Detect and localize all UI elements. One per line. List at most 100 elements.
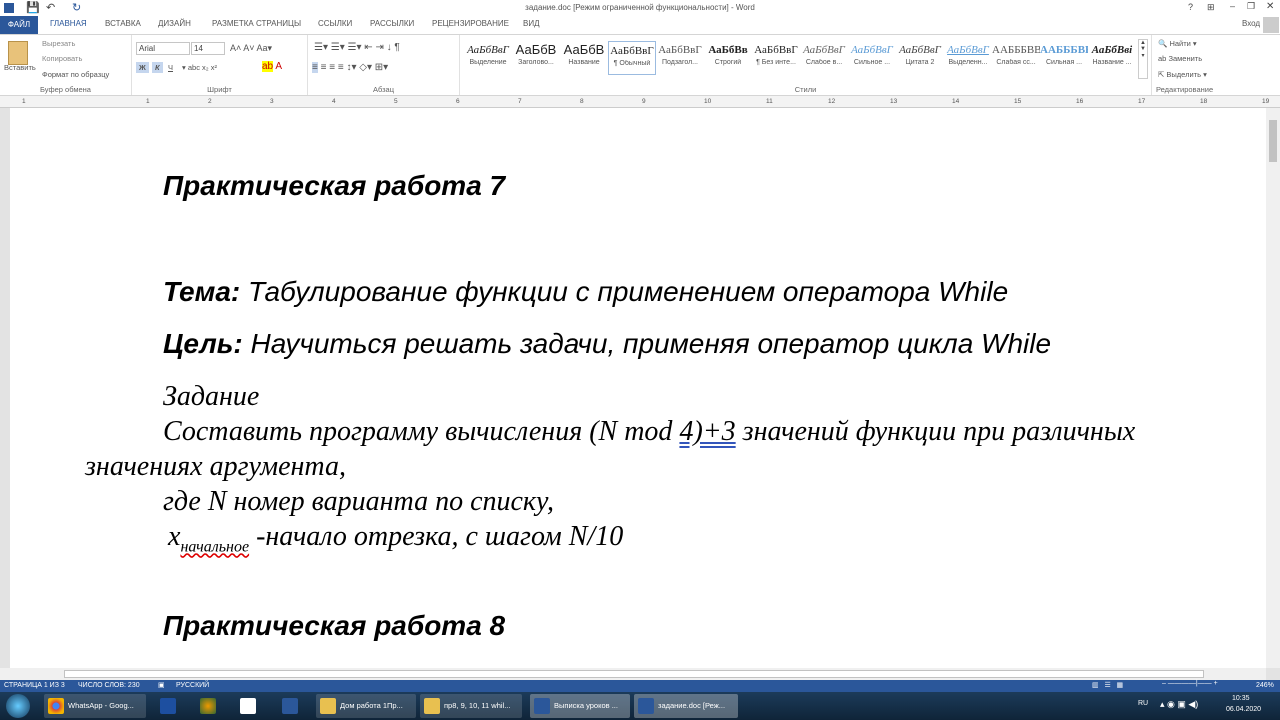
style-item[interactable]: АаБбВві Название ... — [1088, 41, 1136, 75]
close-button[interactable]: ✕ — [1266, 1, 1274, 12]
font-label: Шрифт — [207, 85, 232, 94]
underline-button[interactable]: Ч — [168, 63, 173, 72]
proofing-icon[interactable]: ▣ — [158, 681, 165, 689]
ruler-number: 16 — [1076, 98, 1084, 105]
ruler-number: 10 — [704, 98, 712, 105]
replace-button[interactable]: ab Заменить — [1158, 54, 1202, 63]
tab-layout[interactable]: РАЗМЕТКА СТРАНИЦЫ — [212, 19, 301, 28]
style-item[interactable]: АаБбВвГ Выделенн... — [944, 41, 992, 75]
clock-time[interactable]: 10:35 — [1232, 695, 1250, 702]
horizontal-scrollbar[interactable] — [0, 668, 1266, 680]
font-size-select[interactable]: 14 — [191, 42, 225, 55]
hscroll-thumb[interactable] — [64, 670, 1204, 678]
align-left-icon[interactable]: ≡ ≡ ≡ ≡ ↕▾ ◇▾ ⊞▾ — [312, 62, 388, 73]
task-line-2: значениях аргумента, — [85, 451, 346, 482]
vertical-scrollbar[interactable] — [1266, 108, 1280, 668]
app-icon — [200, 698, 216, 715]
ruler-number: 17 — [1138, 98, 1146, 105]
horizontal-ruler[interactable]: 1 1 2 3 4 5 6 7 8 9 10 11 12 13 14 15 16 17 18 19 — [0, 96, 1280, 108]
style-item[interactable]: ААБББВВ Сильная ... — [1040, 41, 1088, 75]
taskbar-folder-2[interactable]: пр8, 9, 10, 11 whil... — [420, 694, 522, 718]
topic-label: Тема: — [163, 276, 241, 307]
tray-icons[interactable]: ▴ ◉ ▣ ◀) — [1160, 699, 1198, 710]
heading-practical-7: Практическая работа 7 — [163, 170, 506, 201]
tab-mailings[interactable]: РАССЫЛКИ — [370, 19, 414, 28]
word-count[interactable]: ЧИСЛО СЛОВ: 230 — [78, 682, 140, 689]
select-button[interactable]: ⇱ Выделить ▾ — [1158, 70, 1207, 79]
tab-references[interactable]: ССЫЛКИ — [318, 19, 352, 28]
start-button[interactable] — [6, 694, 30, 718]
keyboard-language[interactable]: RU — [1138, 700, 1148, 707]
page-count[interactable]: СТРАНИЦА 1 ИЗ 3 — [4, 682, 65, 689]
italic-button[interactable]: К — [152, 62, 163, 73]
style-item[interactable]: АаБбВвГ Слабое в... — [800, 41, 848, 75]
tab-insert[interactable]: ВСТАВКА — [105, 19, 141, 28]
style-name: Выделение — [469, 59, 507, 66]
style-item[interactable]: АаБбВвГ Сильное ... — [848, 41, 896, 75]
style-preview: ААБББВВ — [1040, 44, 1088, 56]
goal-text: Научиться решать задачи, применяя операт… — [242, 328, 1052, 359]
style-item[interactable]: АаБбВвГ ¶ Обычный — [608, 41, 656, 75]
bold-button[interactable]: Ж — [136, 62, 149, 73]
bullets-icon[interactable]: ☰▾ ☰▾ ☰▾ ⇤ ⇥ ↓ ¶ — [314, 42, 400, 53]
style-item[interactable]: ААБББВВІ Слабая сс... — [992, 41, 1040, 75]
minimize-button[interactable]: – — [1230, 1, 1235, 11]
avatar[interactable] — [1263, 17, 1279, 33]
styles-scroll[interactable]: ▲ ▼ ▾ — [1138, 39, 1148, 79]
tab-file[interactable]: ФАЙЛ — [0, 16, 38, 34]
paste-button[interactable]: Вставить — [4, 63, 36, 72]
tab-design[interactable]: ДИЗАЙН — [158, 19, 191, 28]
style-item[interactable]: АаБбВвГ Подзагол... — [656, 41, 704, 75]
font-color-icon[interactable]: ab A — [262, 61, 282, 72]
word-icon — [282, 698, 298, 715]
style-preview: ААБББВВІ — [992, 44, 1040, 56]
grow-font-icon[interactable]: A˄ A˅ Aa▾ — [230, 43, 272, 54]
language[interactable]: РУССКИЙ — [176, 682, 209, 689]
taskbar-chrome[interactable]: WhatsApp - Goog... — [44, 694, 146, 718]
status-bar: СТРАНИЦА 1 ИЗ 3 ЧИСЛО СЛОВ: 230 ▣ РУССКИ… — [0, 680, 1280, 692]
document-page[interactable]: Практическая работа 7 Тема: Табулировани… — [10, 108, 1266, 668]
style-item[interactable]: АаБбВвГ Выделение — [464, 41, 512, 75]
x-var: x — [168, 521, 181, 552]
sign-in-link[interactable]: Вход — [1242, 19, 1260, 28]
task-formula: 4)+3 — [679, 416, 736, 447]
taskbar-folder-1[interactable]: Дом работа 1Пр... — [316, 694, 416, 718]
task-line-4: xначальное -начало отрезка, с шагом N/10 — [168, 521, 623, 557]
style-item[interactable]: АаБбВв Строгий — [704, 41, 752, 75]
cut-button[interactable]: Вырезать — [42, 39, 75, 48]
restore-button[interactable]: ❐ — [1247, 1, 1255, 12]
style-item[interactable]: АаБбВвГ ¶ Без инте... — [752, 41, 800, 75]
taskbar-word[interactable] — [278, 694, 300, 718]
taskbar-label: WhatsApp - Goog... — [68, 701, 134, 710]
taskbar-word-2[interactable]: задание.doc [Реж... — [634, 694, 738, 718]
taskbar-abcnet[interactable] — [236, 694, 258, 718]
zoom-slider[interactable]: – ————|—— + — [1162, 680, 1218, 687]
format-painter-button[interactable]: Формат по образцу — [42, 70, 109, 79]
tab-view[interactable]: ВИД — [523, 19, 540, 28]
help-button[interactable]: ? — [1188, 2, 1193, 12]
font-name-select[interactable]: Arial — [136, 42, 190, 55]
style-item[interactable]: АаБбВ Название — [560, 41, 608, 75]
taskbar-word-1[interactable]: Выписка уроков ... — [530, 694, 630, 718]
scroll-thumb[interactable] — [1269, 120, 1277, 162]
find-button[interactable]: 🔍 Найти ▾ — [1158, 39, 1197, 48]
strikethrough-icon[interactable]: ▾ abc x₂ x² — [182, 63, 217, 72]
taskbar-label: Выписка уроков ... — [554, 701, 618, 710]
clock-date[interactable]: 06.04.2020 — [1226, 706, 1261, 713]
copy-button[interactable]: Копировать — [42, 54, 82, 63]
style-preview: АаБбВв — [708, 44, 748, 56]
ribbon-options-icon[interactable]: ⊞ — [1207, 2, 1215, 13]
tab-home[interactable]: ГЛАВНАЯ — [50, 19, 87, 28]
style-preview: АаБбВвГ — [658, 44, 702, 56]
paste-icon[interactable] — [8, 41, 28, 65]
task-text-4: -начало отрезка, с шагом N/10 — [249, 521, 624, 552]
tab-review[interactable]: РЕЦЕНЗИРОВАНИЕ — [432, 19, 509, 28]
style-item[interactable]: АаБбВвГ Цитата 2 — [896, 41, 944, 75]
style-item[interactable]: АаБбВ Заголово... — [512, 41, 560, 75]
taskbar-app[interactable] — [196, 694, 218, 718]
zoom-level[interactable]: 246% — [1256, 682, 1274, 689]
taskbar-dev[interactable] — [156, 694, 178, 718]
ruler-number: 12 — [828, 98, 836, 105]
style-name: Название — [568, 59, 600, 66]
view-buttons[interactable]: ▥ ☰ ▦ — [1092, 681, 1123, 689]
